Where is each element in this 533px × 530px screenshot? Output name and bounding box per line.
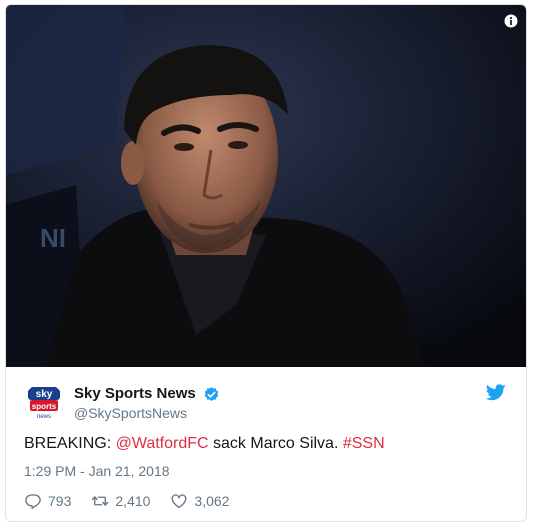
avatar[interactable]: sky sports news xyxy=(24,383,64,423)
mention-link[interactable]: @WatfordFC xyxy=(116,435,209,452)
avatar-logo-news: news xyxy=(37,414,51,420)
retweet-button[interactable]: 2,410 xyxy=(91,492,150,510)
author-info[interactable]: Sky Sports News @SkySportsNews xyxy=(74,385,220,422)
tweet-photo[interactable]: NI xyxy=(6,5,526,367)
tweet-text-prefix: BREAKING: xyxy=(24,435,116,452)
twitter-bird-icon[interactable] xyxy=(486,384,506,401)
tweet-card[interactable]: NI sky sports news Sky Sports News @SkyS… xyxy=(5,4,527,522)
retweet-icon xyxy=(92,496,109,506)
reply-button[interactable]: 793 xyxy=(24,492,71,510)
tweet-text: BREAKING: @WatfordFC sack Marco Silva. #… xyxy=(24,435,385,453)
info-icon[interactable] xyxy=(504,14,518,28)
hashtag-link[interactable]: #SSN xyxy=(343,435,385,452)
svg-text:NI: NI xyxy=(40,223,66,253)
display-name[interactable]: Sky Sports News xyxy=(74,385,196,403)
avatar-logo-sky: sky xyxy=(36,389,53,400)
handle[interactable]: @SkySportsNews xyxy=(74,404,220,422)
like-icon xyxy=(171,494,187,509)
action-bar: 793 2,410 3,062 xyxy=(24,491,249,511)
verified-badge-icon xyxy=(204,386,219,401)
like-button[interactable]: 3,062 xyxy=(170,492,229,510)
reply-count: 793 xyxy=(48,493,72,509)
retweet-count: 2,410 xyxy=(115,493,151,509)
like-count: 3,062 xyxy=(194,493,230,509)
reply-icon xyxy=(25,494,41,509)
timestamp[interactable]: 1:29 PM - Jan 21, 2018 xyxy=(24,463,170,479)
tweet-text-middle: sack Marco Silva. xyxy=(208,435,343,452)
tweet-header: sky sports news Sky Sports News @SkySpor… xyxy=(6,367,526,425)
avatar-logo-sports: sports xyxy=(32,402,57,411)
